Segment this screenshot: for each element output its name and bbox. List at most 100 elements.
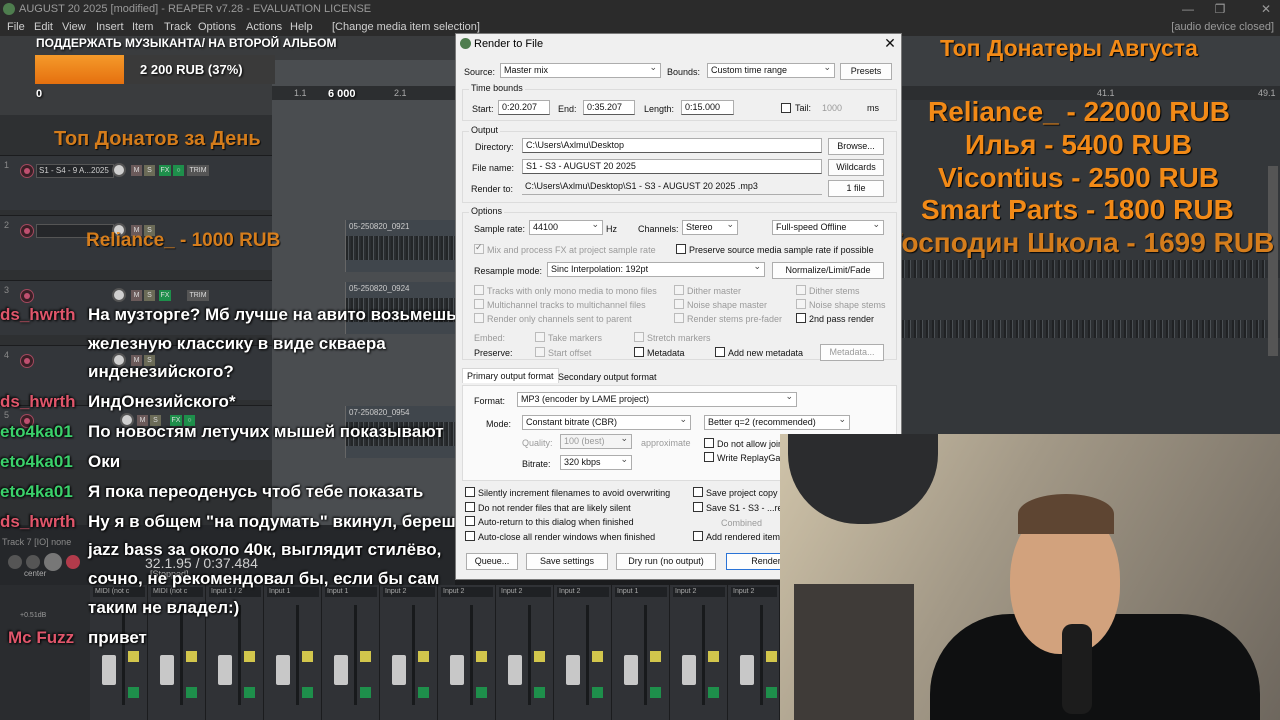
fx-button[interactable]: FX — [159, 165, 171, 176]
skip-start-icon[interactable] — [8, 555, 22, 569]
queue-button[interactable]: Queue... — [466, 553, 518, 570]
tail-checkbox[interactable] — [781, 103, 791, 113]
save-s1-checkbox[interactable] — [693, 502, 703, 512]
mixer-strip[interactable]: Input 2 — [496, 585, 554, 720]
fx-button[interactable]: FX — [159, 290, 171, 301]
trim-button[interactable]: TRIM — [187, 165, 209, 176]
metadata-button[interactable]: Metadata... — [820, 344, 884, 361]
length-input[interactable]: 0:15.000 — [681, 100, 734, 115]
volume-knob[interactable] — [112, 288, 126, 302]
add-metadata-checkbox[interactable] — [715, 347, 725, 357]
solo-button[interactable] — [708, 651, 719, 662]
mode-select[interactable]: Constant bitrate (CBR) — [522, 415, 691, 430]
mixer-strip[interactable]: Input 1 — [612, 585, 670, 720]
bounds-select[interactable]: Custom time range — [707, 63, 835, 78]
start-input[interactable]: 0:20.207 — [498, 100, 550, 115]
menu-file[interactable]: File — [7, 21, 25, 33]
browse-button[interactable]: Browse... — [828, 138, 884, 155]
render-speed-select[interactable]: Full-speed Offline — [772, 220, 884, 235]
start-offset-checkbox[interactable] — [535, 347, 545, 357]
mixer-strip[interactable]: Input 2 — [728, 585, 780, 720]
volume-knob[interactable] — [112, 163, 126, 177]
mixer-strip[interactable]: Input 2 — [554, 585, 612, 720]
record-arm-icon[interactable] — [20, 289, 34, 303]
stems-prefader-checkbox[interactable] — [674, 313, 684, 323]
solo-button[interactable] — [244, 651, 255, 662]
fx-button[interactable] — [302, 687, 313, 698]
end-input[interactable]: 0:35.207 — [583, 100, 635, 115]
volume-fader[interactable] — [740, 655, 754, 685]
quality-mode-select[interactable]: Better q=2 (recommended) — [704, 415, 850, 430]
dither-master-checkbox[interactable] — [674, 285, 684, 295]
record-icon[interactable] — [66, 555, 80, 569]
mute-button[interactable]: M — [131, 165, 142, 176]
add-rendered-checkbox[interactable] — [693, 531, 703, 541]
io-button[interactable]: ○ — [173, 165, 184, 176]
solo-button[interactable] — [302, 651, 313, 662]
samplerate-select[interactable]: 44100 — [529, 220, 603, 235]
fx-button[interactable] — [708, 687, 719, 698]
mixer-strip[interactable]: Input 1 — [264, 585, 322, 720]
volume-fader[interactable] — [102, 655, 116, 685]
solo-button[interactable] — [534, 651, 545, 662]
menu-edit[interactable]: Edit — [34, 21, 53, 33]
volume-fader[interactable] — [566, 655, 580, 685]
fx-button[interactable] — [650, 687, 661, 698]
track-name[interactable]: S1 - S4 - 9 A...2025 — [36, 164, 114, 178]
auto-return-checkbox[interactable] — [465, 516, 475, 526]
input-select[interactable]: Input 2 — [499, 587, 551, 597]
vertical-scrollbar[interactable] — [1268, 166, 1278, 356]
input-select[interactable]: Input 2 — [557, 587, 609, 597]
fx-button[interactable] — [128, 687, 139, 698]
minimize-icon[interactable]: — — [1180, 1, 1196, 17]
metadata-checkbox[interactable] — [634, 347, 644, 357]
no-join-checkbox[interactable] — [704, 438, 714, 448]
fx-button[interactable] — [766, 687, 777, 698]
mixer-strip[interactable]: Input 2 — [438, 585, 496, 720]
record-arm-icon[interactable] — [20, 164, 34, 178]
menu-track[interactable]: Track — [164, 21, 191, 33]
mix-fx-checkbox[interactable] — [474, 242, 484, 254]
no-silent-checkbox[interactable] — [465, 502, 475, 512]
fx-button[interactable] — [592, 687, 603, 698]
replaygain-checkbox[interactable] — [704, 452, 714, 462]
menu-options[interactable]: Options — [198, 21, 236, 33]
noise-stems-checkbox[interactable] — [796, 299, 806, 309]
menu-view[interactable]: View — [62, 21, 86, 33]
solo-button[interactable] — [128, 651, 139, 662]
presets-button[interactable]: Presets — [840, 63, 892, 80]
solo-button[interactable] — [650, 651, 661, 662]
mixer-strip[interactable]: Input 2 — [670, 585, 728, 720]
solo-button[interactable] — [360, 651, 371, 662]
volume-fader[interactable] — [218, 655, 232, 685]
auto-close-checkbox[interactable] — [465, 531, 475, 541]
volume-fader[interactable] — [624, 655, 638, 685]
track-row[interactable]: 1 S1 - S4 - 9 A...2025 M S FX ○ TRIM — [0, 155, 272, 210]
input-select[interactable]: Input 2 — [441, 587, 493, 597]
close-icon[interactable]: ✕ — [881, 35, 899, 52]
fx-button[interactable] — [360, 687, 371, 698]
normalize-button[interactable]: Normalize/Limit/Fade — [772, 262, 884, 279]
media-item[interactable]: 05-250820_0921 — [345, 220, 458, 272]
wildcards-button[interactable]: Wildcards — [828, 159, 884, 176]
input-select[interactable]: Input 2 — [731, 587, 777, 597]
dry-run-button[interactable]: Dry run (no output) — [616, 553, 716, 570]
input-select[interactable]: Input 2 — [673, 587, 725, 597]
mixer-strip[interactable]: Input 2 — [380, 585, 438, 720]
tab-secondary-format[interactable]: Secondary output format — [558, 372, 657, 382]
solo-button[interactable] — [186, 651, 197, 662]
solo-button[interactable] — [418, 651, 429, 662]
silent-increment-checkbox[interactable] — [465, 487, 475, 497]
fx-button[interactable] — [418, 687, 429, 698]
fx-button[interactable] — [476, 687, 487, 698]
volume-fader[interactable] — [682, 655, 696, 685]
solo-button[interactable] — [766, 651, 777, 662]
solo-button[interactable]: S — [144, 290, 155, 301]
solo-button[interactable] — [592, 651, 603, 662]
volume-fader[interactable] — [276, 655, 290, 685]
channels-select[interactable]: Stereo — [682, 220, 738, 235]
format-select[interactable]: MP3 (encoder by LAME project) — [517, 392, 797, 407]
fx-button[interactable] — [186, 687, 197, 698]
stop-icon[interactable] — [26, 555, 40, 569]
menu-item[interactable]: Item — [132, 21, 153, 33]
